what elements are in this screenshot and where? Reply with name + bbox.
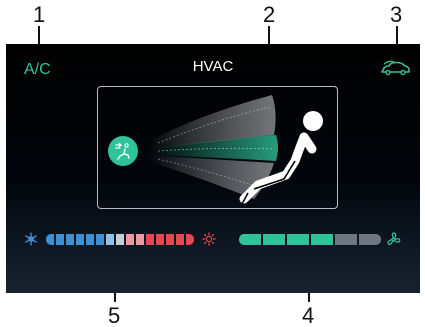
fan-speed-segment[interactable] (239, 234, 261, 245)
fan-icon (386, 232, 401, 252)
callout-3: 3 (390, 2, 403, 27)
airflow-mode-button[interactable] (108, 136, 138, 166)
fan-speed-segment[interactable] (263, 234, 285, 245)
hvac-figure: 1 2 3 4 5 A/C HVAC (0, 0, 425, 327)
temperature-segment[interactable] (46, 234, 54, 245)
temperature-segment[interactable] (96, 234, 104, 245)
callout-1: 1 (33, 2, 46, 27)
temperature-segment[interactable] (116, 234, 124, 245)
temperature-segment[interactable] (126, 234, 134, 245)
page-title: HVAC (192, 58, 234, 75)
temperature-segment[interactable] (166, 234, 174, 245)
car-air-recirculation-icon[interactable] (379, 60, 411, 81)
fan-speed-segment[interactable] (311, 234, 333, 245)
temperature-segment[interactable] (76, 234, 84, 245)
temperature-segment[interactable] (106, 234, 114, 245)
callout-5: 5 (108, 303, 121, 327)
callout-4: 4 (302, 303, 315, 327)
temperature-segment[interactable] (156, 234, 164, 245)
fan-speed-slider[interactable] (239, 234, 381, 245)
temperature-slider[interactable] (46, 234, 194, 245)
temperature-segment[interactable] (186, 234, 194, 245)
sun-icon (202, 232, 216, 251)
seat-airflow-icon (115, 142, 130, 160)
airflow-panel (97, 86, 338, 209)
temperature-segment[interactable] (66, 234, 74, 245)
fan-speed-segment[interactable] (335, 234, 357, 245)
temperature-segment[interactable] (136, 234, 144, 245)
fan-speed-segment[interactable] (359, 234, 381, 245)
callout-2: 2 (263, 2, 276, 27)
temperature-segment[interactable] (176, 234, 184, 245)
snowflake-icon (24, 232, 38, 251)
fan-speed-segment[interactable] (287, 234, 309, 245)
hvac-screen: A/C HVAC (6, 44, 420, 293)
temperature-segment[interactable] (86, 234, 94, 245)
temperature-segment[interactable] (146, 234, 154, 245)
temperature-segment[interactable] (56, 234, 64, 245)
